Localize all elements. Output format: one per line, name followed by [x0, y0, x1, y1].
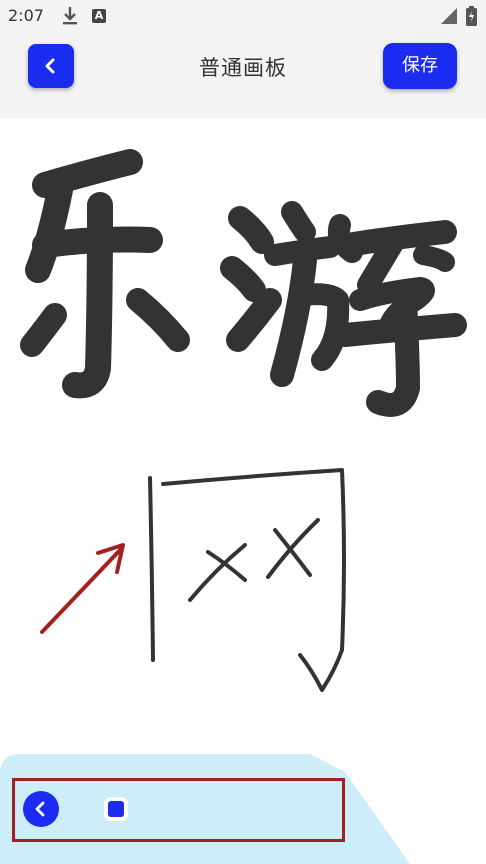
brush-size-slider[interactable]: [90, 798, 330, 820]
status-bar: 2:07 A: [0, 0, 486, 32]
app-header: 普通画板 保存: [0, 32, 486, 118]
canvas-drawing: [20, 149, 467, 692]
battery-icon: [466, 6, 477, 26]
status-time: 2:07: [8, 6, 44, 25]
drawing-canvas[interactable]: [0, 118, 486, 754]
annotation-arrow: [40, 543, 125, 634]
collapse-toolbar-button[interactable]: [23, 791, 59, 827]
bottom-toolbar: [0, 754, 486, 864]
a-badge-icon: A: [92, 9, 106, 23]
drawn-box-sketch: [148, 468, 346, 692]
drawn-handwriting: [20, 149, 467, 417]
slider-thumb[interactable]: [108, 801, 124, 817]
download-icon: [63, 7, 77, 25]
chevron-left-icon: [35, 801, 45, 817]
signal-icon: [441, 8, 457, 24]
save-button[interactable]: 保存: [383, 43, 457, 89]
